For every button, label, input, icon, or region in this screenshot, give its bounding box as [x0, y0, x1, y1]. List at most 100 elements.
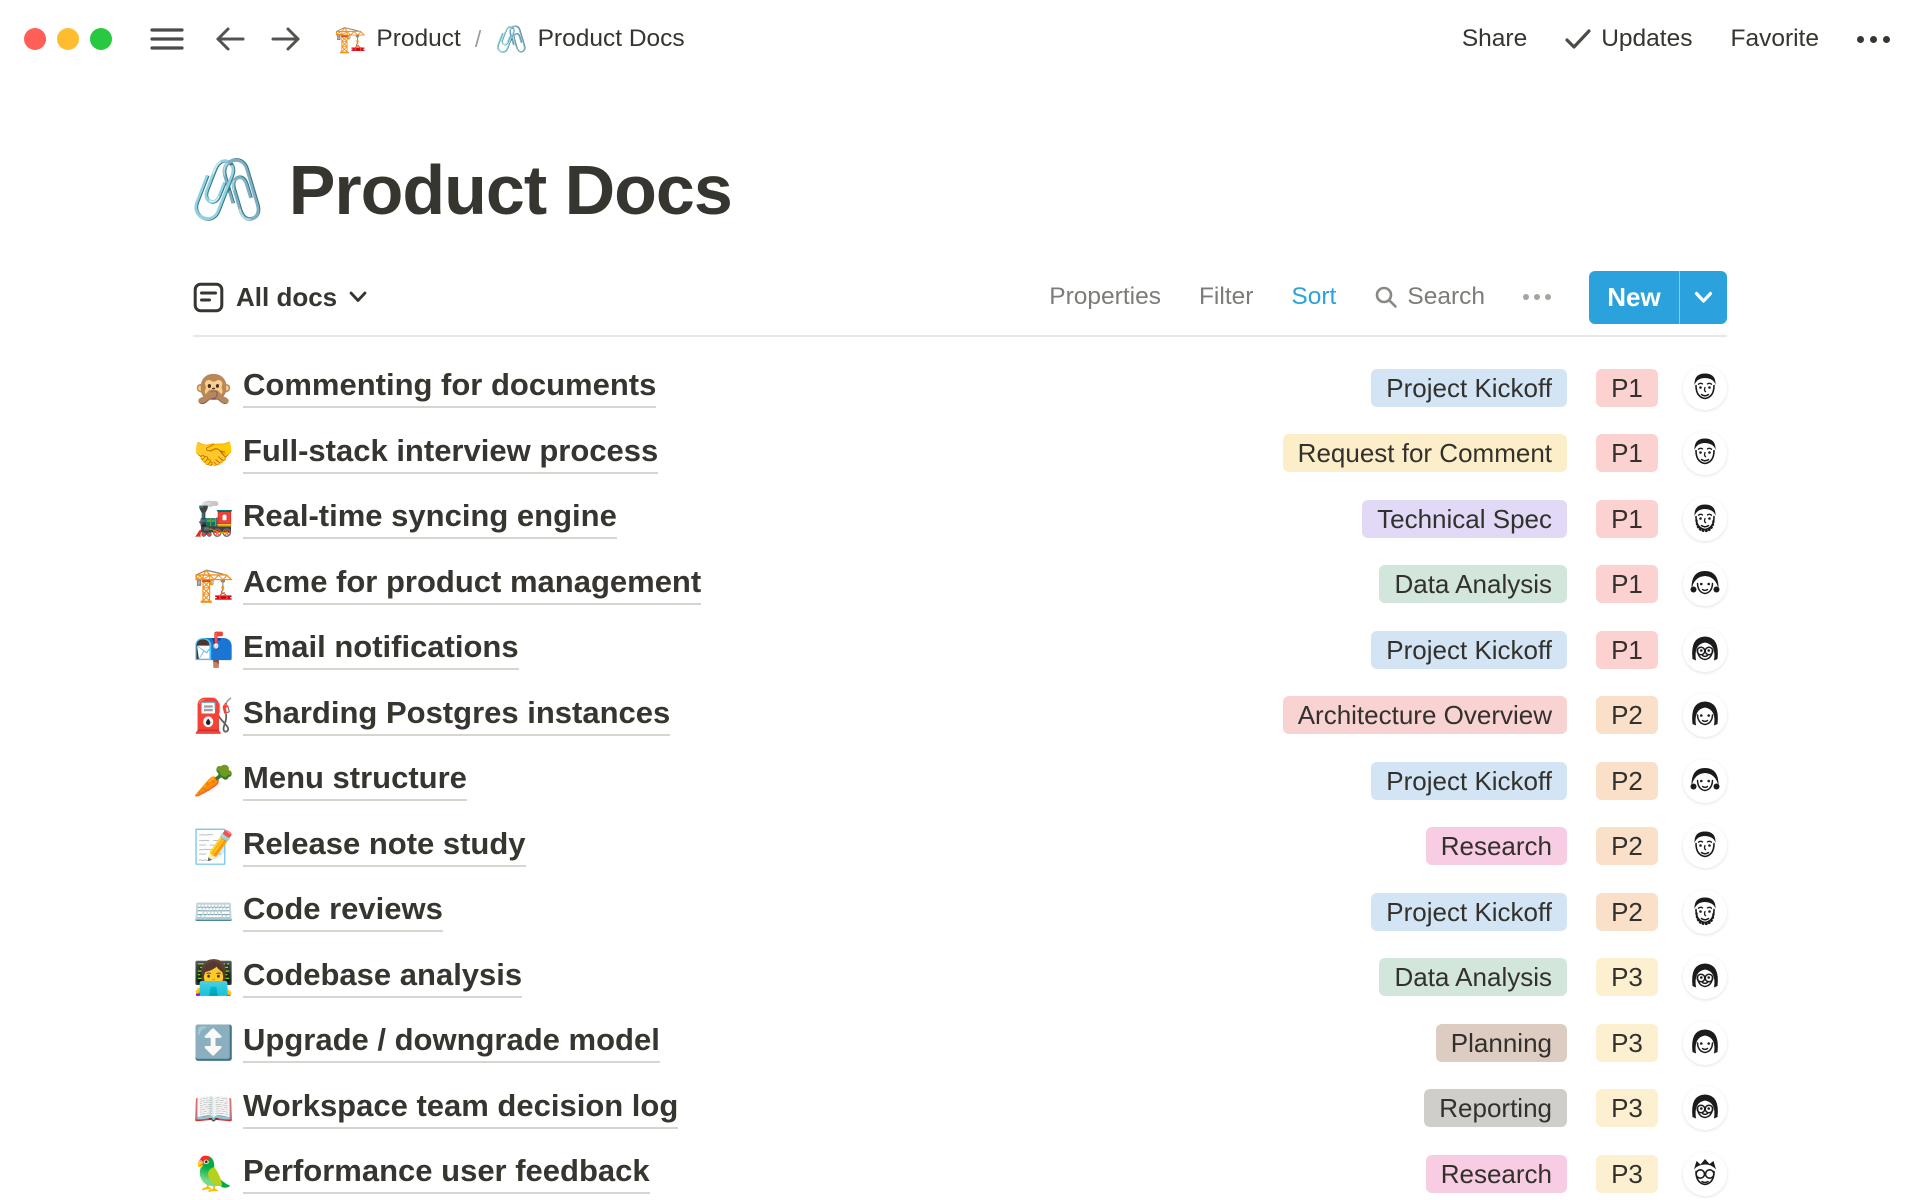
doc-row[interactable]: 🦜Performance user feedbackResearchP3 — [193, 1141, 1727, 1200]
doc-row[interactable]: 👩‍💻Codebase analysisData AnalysisP3 — [193, 945, 1727, 1011]
doc-type-tag[interactable]: Project Kickoff — [1371, 893, 1567, 931]
doc-title-link[interactable]: Real-time syncing engine — [243, 498, 617, 539]
filter-button[interactable]: Filter — [1199, 283, 1253, 311]
priority-tag[interactable]: P3 — [1596, 1024, 1658, 1062]
doc-row[interactable]: 🤝Full-stack interview process Request for… — [193, 421, 1727, 487]
zoom-window-button[interactable] — [90, 28, 112, 50]
doc-type-tag[interactable]: Data Analysis — [1379, 565, 1567, 603]
doc-row[interactable]: ⛽Sharding Postgres instancesArchitecture… — [193, 683, 1727, 749]
priority-tag[interactable]: P1 — [1596, 565, 1658, 603]
search-label: Search — [1407, 283, 1485, 311]
doc-row[interactable]: 🏗️Acme for product managementData Analys… — [193, 552, 1727, 618]
doc-title-link[interactable]: Commenting for documents — [243, 367, 656, 408]
doc-type-tag[interactable]: Request for Comment — [1283, 434, 1567, 472]
updates-button[interactable]: Updates — [1565, 25, 1692, 53]
view-switcher-all-docs[interactable]: All docs — [193, 282, 367, 313]
close-window-button[interactable] — [24, 28, 46, 50]
priority-tag[interactable]: P2 — [1596, 762, 1658, 800]
doc-row[interactable]: 🙊Commenting for documentsProject Kickoff… — [193, 355, 1727, 421]
doc-type-tag[interactable]: Research — [1426, 1155, 1567, 1193]
avatar-sketch-icon — [1683, 628, 1727, 672]
doc-title-link[interactable]: Codebase analysis — [243, 957, 522, 998]
doc-title-link[interactable]: Code reviews — [243, 891, 443, 932]
new-doc-button[interactable]: New — [1589, 271, 1727, 324]
page-title[interactable]: Product Docs — [289, 150, 732, 230]
doc-title-link[interactable]: Performance user feedback — [243, 1153, 650, 1194]
doc-emoji-icon: ⌨️ — [193, 895, 243, 928]
doc-type-tag[interactable]: Project Kickoff — [1371, 762, 1567, 800]
avatar-sketch-icon — [1683, 1086, 1727, 1130]
doc-title-link[interactable]: Sharding Postgres instances — [243, 695, 670, 736]
assignee-avatar[interactable] — [1683, 431, 1727, 475]
doc-type-tag[interactable]: Research — [1426, 827, 1567, 865]
avatar-sketch-icon — [1683, 759, 1727, 803]
priority-tag[interactable]: P2 — [1596, 696, 1658, 734]
assignee-avatar[interactable] — [1683, 955, 1727, 999]
breadcrumb-parent[interactable]: 🏗️ Product — [334, 25, 461, 53]
priority-tag[interactable]: P3 — [1596, 1155, 1658, 1193]
doc-title-link[interactable]: Upgrade / downgrade model — [243, 1022, 660, 1063]
more-options-button[interactable] — [1857, 36, 1890, 43]
priority-tag[interactable]: P3 — [1596, 958, 1658, 996]
doc-type-tag[interactable]: Architecture Overview — [1283, 696, 1567, 734]
doc-emoji-icon: 📖 — [193, 1092, 243, 1125]
assignee-avatar[interactable] — [1683, 759, 1727, 803]
assignee-avatar[interactable] — [1683, 1086, 1727, 1130]
doc-type-tag[interactable]: Reporting — [1424, 1089, 1567, 1127]
building-construction-icon: 🏗️ — [334, 26, 366, 52]
priority-tag[interactable]: P1 — [1596, 369, 1658, 407]
assignee-avatar[interactable] — [1683, 693, 1727, 737]
priority-tag[interactable]: P1 — [1596, 631, 1658, 669]
doc-type-tag[interactable]: Planning — [1436, 1024, 1567, 1062]
doc-title-link[interactable]: Workspace team decision log — [243, 1088, 678, 1129]
favorite-label: Favorite — [1730, 25, 1819, 53]
toolbar-divider — [193, 335, 1727, 337]
assignee-avatar[interactable] — [1683, 628, 1727, 672]
doc-type-tag[interactable]: Technical Spec — [1362, 500, 1567, 538]
doc-title-link[interactable]: Release note study — [243, 826, 526, 867]
doc-row[interactable]: 📬Email notificationsProject KickoffP1 — [193, 617, 1727, 683]
assignee-avatar[interactable] — [1683, 890, 1727, 934]
doc-type-tag[interactable]: Data Analysis — [1379, 958, 1567, 996]
doc-row[interactable]: 🥕Menu structure Project Kickoff P2 — [193, 748, 1727, 814]
share-button[interactable]: Share — [1462, 25, 1527, 53]
view-more-options-button[interactable] — [1523, 294, 1551, 300]
back-button[interactable] — [214, 25, 246, 53]
sidebar-menu-button[interactable] — [150, 26, 184, 52]
doc-title-link[interactable]: Full-stack interview process — [243, 433, 658, 474]
doc-emoji-icon: 🥕 — [193, 764, 243, 797]
assignee-avatar[interactable] — [1683, 824, 1727, 868]
minimize-window-button[interactable] — [57, 28, 79, 50]
doc-title-link[interactable]: Menu structure — [243, 760, 467, 801]
breadcrumb-current[interactable]: 🖇️ Product Docs — [495, 25, 684, 53]
priority-tag[interactable]: P2 — [1596, 893, 1658, 931]
favorite-button[interactable]: Favorite — [1730, 25, 1819, 53]
doc-type-tag[interactable]: Project Kickoff — [1371, 631, 1567, 669]
doc-type-tag[interactable]: Project Kickoff — [1371, 369, 1567, 407]
assignee-avatar[interactable] — [1683, 497, 1727, 541]
assignee-avatar[interactable] — [1683, 1152, 1727, 1196]
priority-tag[interactable]: P1 — [1596, 434, 1658, 472]
doc-row[interactable]: ↕️Upgrade / downgrade modelPlanningP3 — [193, 1010, 1727, 1076]
priority-tag[interactable]: P3 — [1596, 1089, 1658, 1127]
doc-row[interactable]: ⌨️Code reviews Project Kickoff P2 — [193, 879, 1727, 945]
assignee-avatar[interactable] — [1683, 1021, 1727, 1065]
doc-row[interactable]: 📖Workspace team decision log Reporting P3 — [193, 1076, 1727, 1142]
page-icon[interactable]: 🖇️ — [190, 160, 265, 220]
forward-button[interactable] — [270, 25, 302, 53]
breadcrumb-parent-label: Product — [376, 25, 460, 53]
avatar-sketch-icon — [1683, 431, 1727, 475]
new-doc-dropdown[interactable] — [1679, 271, 1727, 324]
assignee-avatar[interactable] — [1683, 562, 1727, 606]
priority-tag[interactable]: P1 — [1596, 500, 1658, 538]
properties-button[interactable]: Properties — [1049, 283, 1161, 311]
priority-tag[interactable]: P2 — [1596, 827, 1658, 865]
doc-row[interactable]: 📝Release note studyResearchP2 — [193, 814, 1727, 880]
assignee-avatar[interactable] — [1683, 366, 1727, 410]
search-button[interactable]: Search — [1374, 283, 1485, 311]
doc-row[interactable]: 🚂Real-time syncing engineTechnical SpecP… — [193, 486, 1727, 552]
sort-button[interactable]: Sort — [1291, 283, 1336, 311]
doc-title-link[interactable]: Email notifications — [243, 629, 519, 670]
doc-title-link[interactable]: Acme for product management — [243, 564, 701, 605]
doc-emoji-icon: 🤝 — [193, 437, 243, 470]
